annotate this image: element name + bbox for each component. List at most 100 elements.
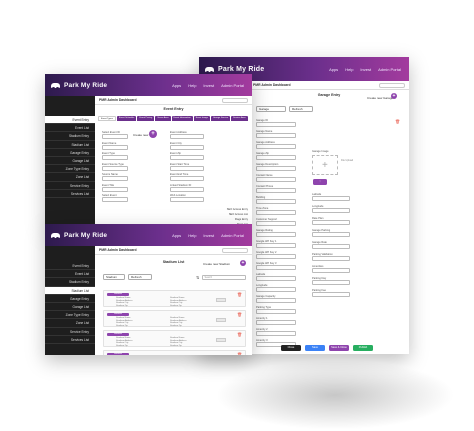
field-input[interactable] <box>312 232 350 237</box>
nav-admin-portal[interactable]: Admin Portal <box>378 67 401 72</box>
sidebar-item[interactable]: Zone Type Entry <box>45 165 95 174</box>
form-button[interactable]: Save <box>305 345 325 351</box>
field-input[interactable] <box>256 243 296 248</box>
footer-link[interactable]: SEO Access Entry <box>227 208 248 211</box>
tab[interactable]: Garage Service <box>210 116 231 121</box>
tab[interactable]: Event Information <box>171 116 193 121</box>
sort-icon[interactable]: ⇅ <box>196 275 199 280</box>
delete-icon[interactable]: 🗑 <box>237 312 242 317</box>
field-input[interactable] <box>170 144 204 150</box>
field-input[interactable] <box>256 265 296 270</box>
form-button[interactable]: Save & Close <box>329 345 349 351</box>
sidebar-item[interactable]: Zone Type Entry <box>45 311 95 320</box>
stadium-card[interactable]: StadiumStadium NameStadium NameStadium A… <box>103 330 246 347</box>
field-input[interactable] <box>102 155 128 160</box>
field-input[interactable] <box>102 165 128 171</box>
field-input[interactable] <box>312 268 350 273</box>
field-input[interactable] <box>102 186 128 192</box>
field-input[interactable] <box>256 188 296 193</box>
stadium-card[interactable]: StadiumStadium NameStadium NameStadium A… <box>103 350 246 355</box>
nav-apps[interactable]: Apps <box>172 233 181 238</box>
footer-link[interactable]: SEO Access List <box>229 213 248 216</box>
stadium-card[interactable]: StadiumStadium NameStadium NameStadium A… <box>103 310 246 327</box>
nav-help[interactable]: Help <box>188 83 196 88</box>
stadium-card[interactable]: StadiumStadium NameStadium NameStadium A… <box>103 290 246 307</box>
field-input[interactable] <box>256 320 296 325</box>
sidebar-item[interactable]: Event Entry <box>45 116 95 125</box>
field-input[interactable] <box>256 144 296 149</box>
field-input[interactable] <box>170 134 204 139</box>
field-input[interactable] <box>170 197 204 202</box>
field-input[interactable] <box>256 155 296 160</box>
field-input[interactable] <box>170 176 204 181</box>
tab[interactable]: Event Schedule <box>117 116 137 121</box>
delete-icon[interactable]: 🗑 <box>237 292 242 297</box>
field-input[interactable] <box>102 197 128 202</box>
stadium-select[interactable]: Stadium <box>103 274 125 280</box>
sidebar-item[interactable]: Service Entry <box>45 182 95 190</box>
stadium-search-input[interactable]: Search <box>202 275 246 280</box>
field-input[interactable] <box>312 196 350 201</box>
garage-image-upload[interactable]: + <box>312 155 338 175</box>
tab[interactable]: Event Types <box>98 116 116 121</box>
sidebar-item[interactable]: Stadium List <box>45 286 95 295</box>
delete-icon[interactable]: 🗑 <box>237 352 242 355</box>
add-stadium-button[interactable]: + <box>240 260 246 266</box>
nav-invest[interactable]: Invest <box>203 233 214 238</box>
garage-select[interactable]: Garage <box>256 106 286 112</box>
upload-image-button[interactable]: ↑ <box>313 179 327 185</box>
add-garage-button[interactable]: + <box>391 93 397 99</box>
sidebar-item[interactable]: Event Entry <box>45 262 95 271</box>
sidebar-item[interactable]: Services List <box>45 190 95 198</box>
nav-invest[interactable]: Invest <box>360 67 371 72</box>
search-input[interactable] <box>222 247 248 253</box>
field-input[interactable] <box>312 208 350 213</box>
field-input[interactable] <box>256 254 296 259</box>
nav-help[interactable]: Help <box>188 233 196 238</box>
sidebar-item[interactable]: Stadium Entry <box>45 278 95 287</box>
field-input[interactable] <box>256 210 296 215</box>
field-input[interactable] <box>256 298 296 303</box>
tab[interactable]: Event Image <box>193 116 210 121</box>
add-event-button[interactable]: + <box>149 130 157 138</box>
field-input[interactable] <box>256 276 296 281</box>
refresh-button[interactable]: Refresh <box>128 274 152 280</box>
search-input[interactable] <box>222 97 248 103</box>
sidebar-item[interactable]: Garage Entry <box>45 149 95 157</box>
nav-invest[interactable]: Invest <box>203 83 214 88</box>
brand[interactable]: Park My Ride <box>45 232 107 240</box>
field-input[interactable] <box>256 232 296 237</box>
sidebar-item[interactable]: Service Entry <box>45 328 95 336</box>
field-input[interactable] <box>170 155 204 160</box>
field-input[interactable] <box>312 244 350 249</box>
sidebar-item[interactable]: Zone List <box>45 319 95 328</box>
nav-apps[interactable]: Apps <box>172 83 181 88</box>
field-input[interactable] <box>256 133 296 138</box>
sidebar-item[interactable]: Garage List <box>45 303 95 312</box>
create-stadium-label[interactable]: Create new Stadium <box>203 262 230 266</box>
sidebar-item[interactable]: Garage Entry <box>45 295 95 303</box>
field-input[interactable] <box>312 220 350 225</box>
nav-apps[interactable]: Apps <box>329 67 338 72</box>
sidebar-item[interactable]: Services List <box>45 336 95 344</box>
nav-help[interactable]: Help <box>345 67 353 72</box>
field-input[interactable] <box>256 309 296 314</box>
nav-admin-portal[interactable]: Admin Portal <box>221 233 244 238</box>
sidebar-item[interactable]: Event List <box>45 124 95 133</box>
field-input[interactable] <box>256 177 296 182</box>
form-button[interactable]: Publish <box>353 345 373 351</box>
field-input[interactable] <box>170 186 204 192</box>
delete-icon[interactable]: 🗑 <box>237 332 242 337</box>
field-input[interactable] <box>256 122 296 127</box>
form-button[interactable]: Close <box>281 345 301 351</box>
sidebar-item[interactable]: Event List <box>45 270 95 279</box>
search-input[interactable] <box>379 82 405 88</box>
footer-link[interactable]: Flags Entry <box>235 218 248 221</box>
brand[interactable]: Park My Ride <box>199 66 264 74</box>
sidebar-item[interactable]: Garage List <box>45 157 95 166</box>
brand[interactable]: Park My Ride <box>45 82 107 90</box>
tab[interactable]: Event Pricing <box>137 116 155 121</box>
sidebar-item[interactable]: Stadium List <box>45 141 95 149</box>
field-input[interactable] <box>102 176 128 181</box>
field-input[interactable] <box>256 221 296 226</box>
